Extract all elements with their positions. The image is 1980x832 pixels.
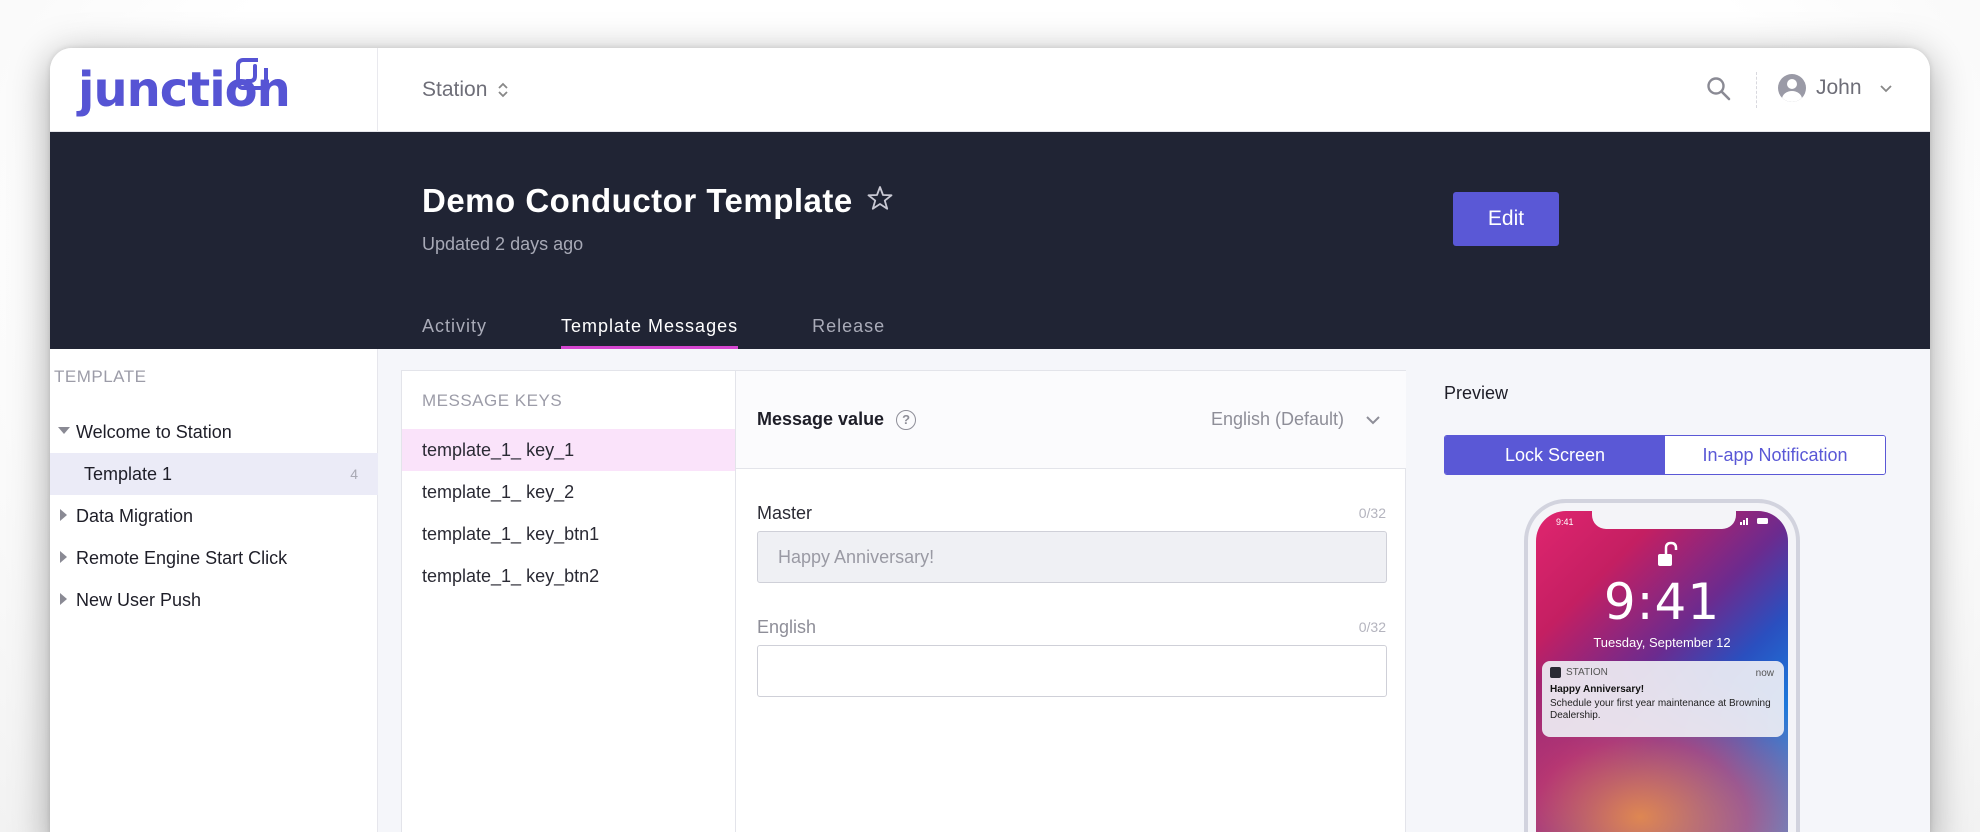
status-icons: [1740, 517, 1770, 527]
lock-date: Tuesday, September 12: [1593, 635, 1731, 650]
caret-right-icon: [52, 592, 76, 608]
lock-clock: 9:41: [1603, 573, 1721, 631]
tab-bar: Activity Template Messages Release: [422, 316, 959, 349]
message-value-title: Message value ?: [757, 409, 917, 430]
tab-template-messages[interactable]: Template Messages: [561, 316, 739, 349]
logo-mark-icon: [236, 54, 272, 90]
messages-card: MESSAGE KEYS template_1_ key_1 template_…: [401, 370, 1406, 832]
divider: [1756, 72, 1757, 108]
english-label: English: [757, 617, 817, 637]
chevron-down-icon: [1879, 80, 1892, 96]
list-item[interactable]: template_1_ key_1: [402, 429, 735, 471]
sidebar-item-data-migration[interactable]: Data Migration: [50, 495, 378, 537]
preview-title: Preview: [1444, 383, 1509, 403]
app-icon: [1550, 667, 1561, 678]
template-sidebar: TEMPLATE Welcome to Station Template 1 4…: [50, 349, 378, 832]
notification-app-name: STATION: [1566, 667, 1608, 678]
chevron-down-icon: [1366, 409, 1380, 430]
sidebar-heading: TEMPLATE: [54, 367, 147, 386]
list-item[interactable]: template_1_ key_btn2: [402, 555, 735, 597]
message-value-label: Message value: [757, 409, 885, 429]
sidebar-item-new-user-push[interactable]: New User Push: [50, 579, 378, 621]
notification-app: STATION: [1550, 667, 1776, 678]
page-title: Demo Conductor Template: [422, 182, 893, 220]
sidebar-item-remote-engine-start-click[interactable]: Remote Engine Start Click: [50, 537, 378, 579]
sidebar-item-label: Data Migration: [76, 505, 194, 526]
phone-screen: 9:41 9:41 Tuesday, September 12 STATION: [1536, 511, 1788, 832]
star-icon[interactable]: [867, 185, 893, 218]
sidebar-item-label: New User Push: [76, 589, 202, 610]
sidebar-item-label: Template 1: [84, 463, 173, 484]
preview-mode-toggle: Lock Screen In-app Notification: [1444, 435, 1886, 475]
sidebar-item-welcome-to-station[interactable]: Welcome to Station: [50, 411, 378, 453]
workspace-name: Station: [422, 78, 488, 101]
master-char-count: 0/32: [1358, 505, 1386, 521]
master-label: Master: [757, 503, 813, 523]
sidebar-item-template-1[interactable]: Template 1 4: [50, 453, 378, 495]
message-keys-heading: MESSAGE KEYS: [422, 391, 563, 410]
top-bar: junction Station John: [50, 48, 1930, 132]
template-tree: Welcome to Station Template 1 4 Data Mig…: [50, 411, 378, 621]
phone-notch: [1592, 511, 1736, 529]
list-item[interactable]: template_1_ key_btn1: [402, 513, 735, 555]
notification-title: Happy Anniversary!: [1550, 684, 1645, 695]
status-time: 9:41: [1556, 517, 1574, 527]
caret-down-icon: [52, 426, 76, 438]
updated-timestamp: Updated 2 days ago: [422, 234, 584, 254]
search-icon[interactable]: [1706, 76, 1732, 107]
template-title: Demo Conductor Template: [422, 182, 853, 219]
user-name: John: [1816, 76, 1862, 99]
notification-card: STATION now Happy Anniversary! Schedule …: [1542, 661, 1784, 737]
help-icon[interactable]: ?: [896, 409, 917, 430]
chevron-up-down-icon: [497, 81, 509, 99]
message-value-header: Message value ? English (Default): [736, 371, 1406, 469]
english-char-count: 0/32: [1358, 619, 1386, 635]
app-window: junction Station John Demo Conductor Tem…: [50, 48, 1930, 832]
notification-body: Schedule your first year maintenance at …: [1550, 698, 1771, 721]
logo[interactable]: junction: [50, 48, 378, 132]
sidebar-item-label: Remote Engine Start Click: [76, 547, 288, 568]
message-key-list: template_1_ key_1 template_1_ key_2 temp…: [402, 429, 735, 597]
caret-right-icon: [52, 550, 76, 566]
english-field[interactable]: [757, 645, 1387, 697]
tab-release[interactable]: Release: [812, 316, 885, 345]
avatar: [1778, 74, 1806, 102]
lock-screen-button[interactable]: Lock Screen: [1445, 436, 1665, 474]
tab-activity[interactable]: Activity: [422, 316, 487, 345]
user-menu[interactable]: John: [1778, 74, 1892, 102]
language-select[interactable]: English (Default): [1211, 409, 1380, 430]
in-app-notification-button[interactable]: In-app Notification: [1665, 436, 1885, 474]
unlock-icon: [1656, 541, 1680, 574]
edit-button[interactable]: Edit: [1453, 192, 1559, 246]
key-count-badge: 4: [350, 466, 358, 482]
phone-mockup: 9:41 9:41 Tuesday, September 12 STATION: [1524, 499, 1800, 832]
list-item[interactable]: template_1_ key_2: [402, 471, 735, 513]
sidebar-item-label: Welcome to Station: [76, 421, 232, 442]
notification-time: now: [1755, 668, 1774, 679]
page-header: Demo Conductor Template Updated 2 days a…: [50, 132, 1930, 349]
message-keys-pane: MESSAGE KEYS template_1_ key_1 template_…: [402, 371, 736, 832]
message-value-pane: Message value ? English (Default) Master…: [736, 371, 1406, 832]
main-content: MESSAGE KEYS template_1_ key_1 template_…: [378, 349, 1930, 832]
preview-panel: Preview Lock Screen In-app Notification …: [1432, 349, 1930, 832]
master-field: [757, 531, 1387, 583]
caret-right-icon: [52, 508, 76, 524]
workspace-switcher[interactable]: Station: [422, 78, 509, 102]
language-selected: English (Default): [1210, 409, 1344, 429]
